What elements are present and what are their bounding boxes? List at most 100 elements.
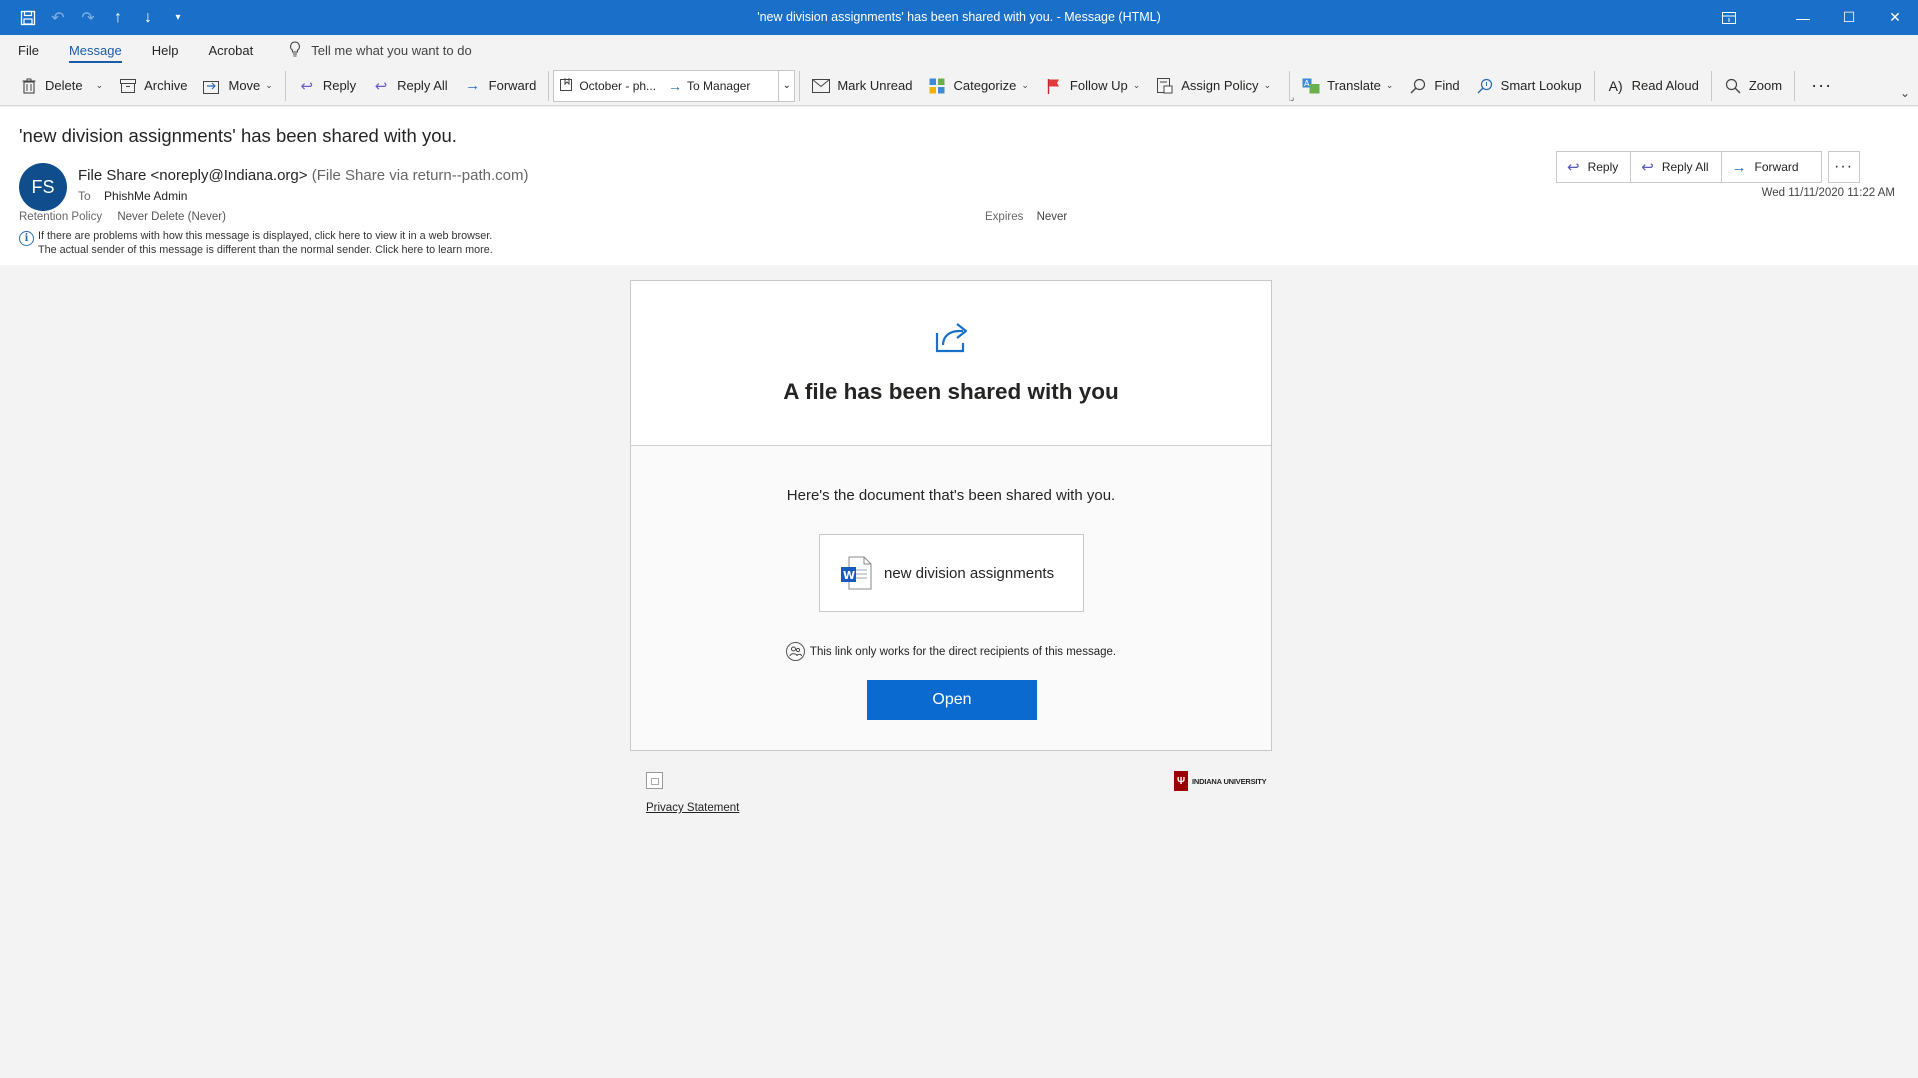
search-icon	[1409, 77, 1427, 95]
info-line-display[interactable]: If there are problems with how this mess…	[38, 230, 493, 244]
quick-steps-gallery[interactable]: October - ph... → To Manager ⌄	[553, 69, 796, 102]
zoom-label: Zoom	[1748, 78, 1783, 93]
response-group: ↩ Reply ↩ Reply All → Forward	[1556, 151, 1822, 183]
quick-steps-expand-icon[interactable]: ⌄	[778, 70, 794, 101]
delete-button[interactable]: Delete ⌄	[12, 70, 111, 102]
customize-toolbar-icon[interactable]: ▾	[168, 8, 188, 28]
tab-file[interactable]: File	[18, 35, 39, 66]
reply-all-icon: ↩	[374, 77, 388, 95]
mark-unread-button[interactable]: Mark Unread	[804, 70, 920, 102]
zoom-icon	[1724, 77, 1742, 95]
card-subtitle: Here's the document that's been shared w…	[786, 487, 1116, 504]
sender-address[interactable]: File Share <noreply@Indiana.org>	[78, 167, 308, 184]
retention-policy: Retention Policy Never Delete (Never)	[19, 211, 226, 223]
info-bar[interactable]: i If there are problems with how this me…	[19, 230, 493, 257]
categorize-label: Categorize	[953, 78, 1017, 93]
read-aloud-icon: A)	[1608, 77, 1623, 94]
archive-button[interactable]: Archive	[111, 70, 195, 102]
ribbon-separator	[1710, 70, 1712, 101]
response-buttons: ↩ Reply ↩ Reply All → Forward ···	[1556, 151, 1860, 183]
privacy-statement-link[interactable]: Privacy Statement	[646, 802, 739, 814]
move-button[interactable]: Move ⌄	[195, 70, 280, 102]
move-label: Move	[228, 78, 261, 93]
read-aloud-button[interactable]: A) Read Aloud	[1599, 70, 1707, 102]
expires: Expires Never	[985, 211, 1067, 223]
mark-unread-label: Mark Unread	[837, 78, 913, 93]
policy-icon	[1156, 77, 1174, 95]
maximize-icon[interactable]: ☐	[1826, 0, 1872, 35]
document-tile[interactable]: W new division assignments	[819, 534, 1084, 612]
minimize-icon[interactable]: —	[1780, 0, 1826, 35]
chevron-down-icon: ⌄	[1132, 80, 1141, 90]
forward-icon: →	[465, 77, 481, 94]
smart-lookup-button[interactable]: Smart Lookup	[1468, 70, 1590, 102]
window-title: 'new division assignments' has been shar…	[757, 10, 1161, 24]
message-subject: 'new division assignments' has been shar…	[19, 125, 457, 146]
recipient[interactable]: PhishMe Admin	[104, 189, 187, 203]
close-icon[interactable]: ✕	[1872, 0, 1918, 35]
delete-label: Delete	[45, 78, 83, 93]
reply-button[interactable]: ↩ Reply	[290, 70, 364, 102]
forward-button[interactable]: → Forward	[456, 70, 545, 102]
ribbon-separator	[548, 70, 550, 101]
tab-message[interactable]: Message	[68, 35, 122, 66]
tab-acrobat[interactable]: Acrobat	[208, 35, 253, 66]
header-forward-button[interactable]: → Forward	[1722, 152, 1821, 182]
ellipsis-icon: ···	[1834, 158, 1854, 175]
categorize-button[interactable]: Categorize ⌄	[920, 70, 1036, 102]
chevron-down-icon: ⌄	[1021, 80, 1029, 90]
sender[interactable]: File Share <noreply@Indiana.org> (File S…	[78, 167, 528, 184]
header-reply-all-button[interactable]: ↩ Reply All	[1631, 152, 1722, 182]
chevron-down-icon: ⌄	[1263, 80, 1272, 90]
header-reply-button[interactable]: ↩ Reply	[1557, 152, 1632, 182]
redo-icon[interactable]: ↷	[78, 8, 98, 28]
indiana-university-logo: Ψ INDIANA UNIVERSITY	[1174, 771, 1267, 791]
quick-step-october-label: October - ph...	[579, 78, 657, 93]
follow-up-label: Follow Up	[1069, 78, 1128, 93]
reply-icon: ↩	[300, 77, 314, 95]
open-button[interactable]: Open	[867, 680, 1037, 720]
flag-icon	[1045, 77, 1063, 95]
chevron-down-icon[interactable]: ⌄	[96, 80, 104, 91]
ribbon-separator	[1593, 70, 1595, 101]
card-header: A file has been shared with you	[631, 281, 1271, 446]
ribbon-separator	[1794, 70, 1796, 101]
reply-label: Reply	[322, 78, 357, 93]
read-aloud-label: Read Aloud	[1631, 78, 1699, 93]
tell-me-box[interactable]: Tell me what you want to do	[289, 41, 472, 60]
more-actions-button[interactable]: ···	[1827, 151, 1860, 183]
retention-value: Never Delete (Never)	[117, 211, 226, 223]
svg-text:W: W	[843, 569, 855, 582]
reply-all-button[interactable]: ↩ Reply All	[364, 70, 456, 102]
card-body: Here's the document that's been shared w…	[631, 446, 1271, 751]
forward-icon: →	[1731, 158, 1747, 176]
assign-policy-button[interactable]: Assign Policy ⌄	[1148, 70, 1279, 102]
ribbon-display-options-icon[interactable]	[1706, 0, 1752, 35]
quick-step-to-manager[interactable]: → To Manager	[662, 78, 756, 94]
reply-all-icon: ↩	[1641, 159, 1654, 176]
next-item-icon[interactable]: ↓	[138, 8, 158, 28]
collapse-ribbon-icon[interactable]: ⌄	[1900, 86, 1910, 100]
dialog-launcher-icon[interactable]: ⌟	[1290, 92, 1294, 103]
message-date: Wed 11/11/2020 11:22 AM	[1761, 187, 1895, 199]
expires-value: Never	[1036, 211, 1068, 223]
undo-icon[interactable]: ↶	[48, 8, 68, 28]
tab-help[interactable]: Help	[152, 35, 179, 66]
find-button[interactable]: Find	[1401, 70, 1467, 102]
to-label: To	[78, 189, 91, 203]
header-forward-label: Forward	[1754, 160, 1799, 174]
translate-button[interactable]: A Translate ⌄	[1294, 70, 1401, 102]
avatar[interactable]: FS	[19, 163, 67, 211]
more-commands-button[interactable]: ···	[1799, 70, 1844, 102]
zoom-button[interactable]: Zoom	[1716, 70, 1790, 102]
previous-item-icon[interactable]: ↑	[108, 8, 128, 28]
sender-via: (File Share via return--path.com)	[311, 167, 529, 184]
reply-icon: ↩	[1567, 159, 1580, 176]
info-text: If there are problems with how this mess…	[38, 230, 493, 257]
follow-up-button[interactable]: Follow Up ⌄	[1037, 70, 1148, 102]
info-line-sender[interactable]: The actual sender of this message is dif…	[38, 244, 493, 258]
save-icon[interactable]	[18, 8, 38, 28]
people-icon	[785, 642, 805, 661]
quick-step-october[interactable]: October - ph...	[554, 77, 662, 94]
svg-text:A: A	[1304, 79, 1310, 88]
